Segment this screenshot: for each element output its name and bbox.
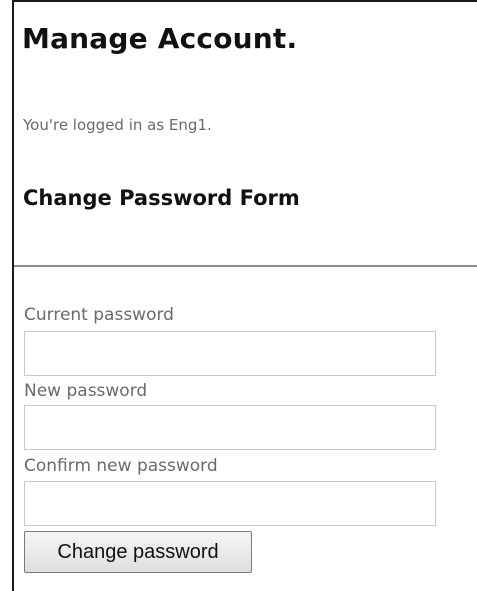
change-password-button[interactable]: Change password [24,531,252,573]
logged-in-message: You're logged in as Eng1. [23,116,212,134]
page-title: Manage Account. [22,22,298,55]
current-password-label: Current password [24,305,174,325]
content-panel: Manage Account. You're logged in as Eng1… [12,0,477,591]
confirm-password-input[interactable] [24,481,436,526]
confirm-password-label: Confirm new password [24,456,218,476]
form-heading: Change Password Form [23,186,300,210]
current-password-input[interactable] [24,331,436,376]
new-password-input[interactable] [24,405,436,450]
divider [14,265,477,267]
new-password-label: New password [24,381,148,401]
